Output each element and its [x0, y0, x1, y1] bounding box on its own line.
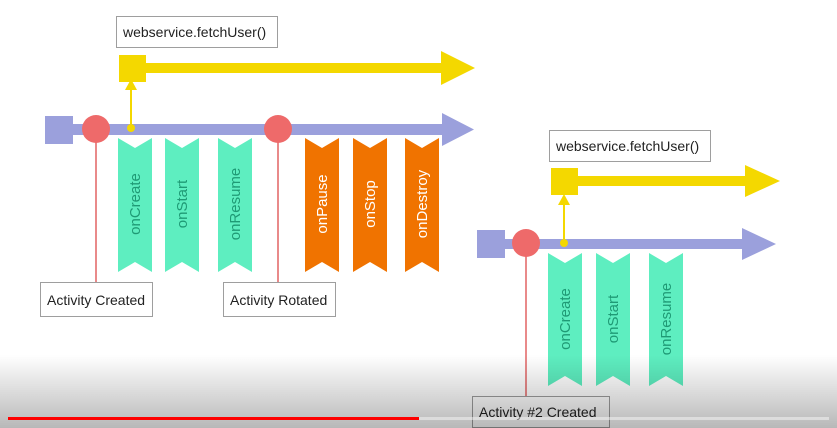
activity2-onstart-ribbon: onStart — [596, 253, 630, 386]
activity1-onresume-ribbon: onResume — [218, 138, 252, 272]
activity1-request-square — [119, 55, 146, 82]
activity1-group: onCreate onStart onResume onPause onStop — [45, 51, 475, 285]
activity2-oncreate-ribbon: onCreate — [548, 253, 582, 386]
activity1-timeline-arrowhead — [442, 113, 474, 146]
activity1-onstop-ribbon: onStop — [353, 138, 387, 272]
activity1-oncreate-ribbon: onCreate — [118, 138, 152, 272]
activity1-rotated-event-dot — [264, 115, 292, 143]
lifecycle-diagram: onCreate onStart onResume onPause onStop — [0, 0, 837, 428]
activity2-created-event-dot — [512, 229, 540, 257]
video-progress-played — [8, 417, 419, 420]
activity1-request-label: webservice.fetchUser() — [116, 16, 278, 48]
activity2-request-arrowhead — [745, 165, 780, 197]
activity2-created-label: Activity #2 Created — [472, 396, 610, 428]
activity2-request-up-arrowhead — [558, 194, 570, 205]
activity1-request-start-dot — [127, 124, 135, 132]
activity2-timeline-bar — [505, 239, 745, 249]
activity1-ondestroy-ribbon: onDestroy — [405, 138, 439, 272]
activity1-request-line — [146, 63, 444, 73]
activity1-rotated-label: Activity Rotated — [223, 282, 336, 317]
activity1-timeline-start-square — [45, 116, 73, 144]
activity2-onresume-label: onResume — [658, 283, 675, 356]
video-progress-bar[interactable] — [8, 417, 829, 420]
activity2-request-start-dot — [560, 239, 568, 247]
activity2-timeline-start-square — [477, 230, 505, 258]
activity2-oncreate-label: onCreate — [557, 288, 574, 350]
activity1-created-event-dot — [82, 115, 110, 143]
activity1-onstart-label: onStart — [174, 179, 191, 228]
diagram-canvas: onCreate onStart onResume onPause onStop — [45, 51, 780, 398]
activity1-request-arrowhead — [441, 51, 475, 85]
activity2-group: onCreate onStart onResume — [477, 165, 780, 398]
activity2-onresume-ribbon: onResume — [649, 253, 683, 386]
activity2-request-label: webservice.fetchUser() — [549, 130, 711, 162]
activity2-request-square — [551, 168, 578, 195]
activity2-request-line — [578, 176, 748, 186]
activity1-onpause-label: onPause — [314, 174, 331, 233]
activity1-onresume-label: onResume — [227, 168, 244, 241]
activity1-onpause-ribbon: onPause — [305, 138, 339, 272]
activity1-onstart-ribbon: onStart — [165, 138, 199, 272]
activity1-ondestroy-label: onDestroy — [414, 169, 431, 238]
activity1-created-label: Activity Created — [40, 282, 153, 317]
activity1-onstop-label: onStop — [362, 180, 379, 228]
activity1-oncreate-label: onCreate — [127, 173, 144, 235]
activity2-timeline-arrowhead — [742, 228, 776, 260]
activity2-onstart-label: onStart — [605, 294, 622, 343]
activity2-callbacks: onCreate onStart onResume — [548, 253, 683, 386]
